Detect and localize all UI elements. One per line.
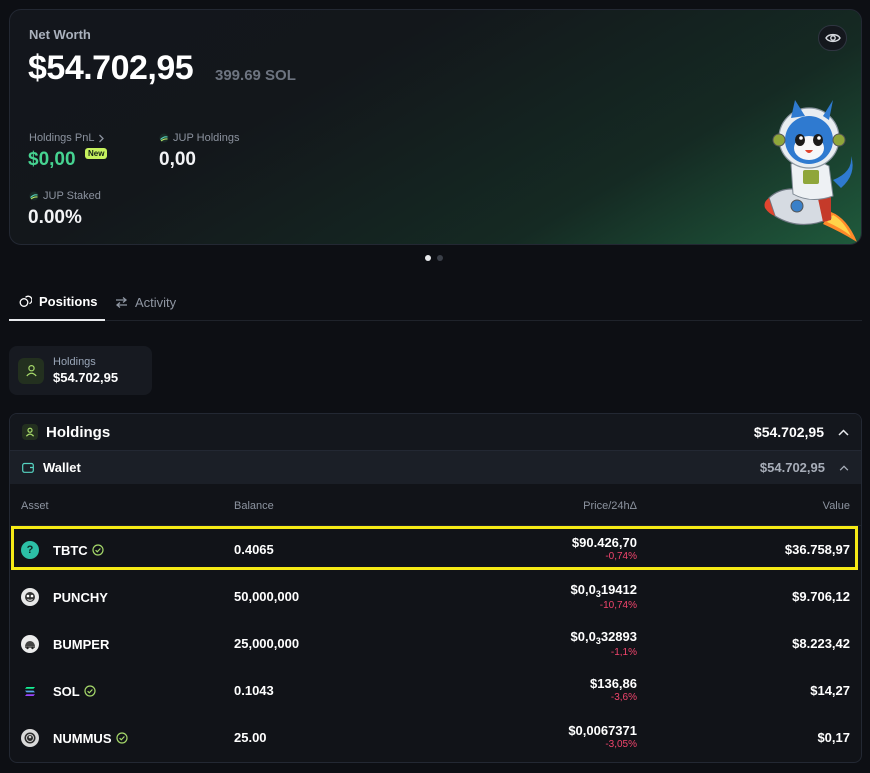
astronaut-cat-mascot [764, 100, 857, 242]
table-header: Asset Balance Price/24hΔ Value [10, 484, 861, 526]
tab-positions-label: Positions [39, 294, 98, 309]
bumper-token-icon [21, 635, 39, 653]
asset-balance: 25,000,000 [234, 636, 300, 651]
asset-symbol: NUMMUS [53, 730, 112, 746]
price-change: -10,74% [599, 600, 637, 611]
swap-arrows-icon [115, 296, 128, 308]
punchy-token-icon [21, 588, 39, 606]
jup-staked-label-row: JUP Staked [29, 190, 101, 202]
verified-check-icon [92, 544, 104, 556]
price-change: -3,05% [605, 739, 637, 750]
table-row[interactable]: PUNCHY 50,000,000 $0,0319412 -10,74% $9.… [10, 573, 861, 620]
asset-value: $9.706,12 [792, 589, 850, 604]
table-row[interactable]: SOL 0.1043 $136,86 -3,6% $14,27 [10, 667, 861, 714]
asset-balance: 50,000,000 [234, 589, 300, 604]
wallet-header[interactable]: Wallet $54.702,95 [10, 451, 861, 484]
tab-bar: Positions Activity [9, 284, 862, 321]
chip-label: Holdings [53, 356, 96, 368]
asset-symbol: SOL [53, 683, 80, 699]
asset-balance: 25.00 [234, 730, 267, 745]
jup-holdings-value: 0,00 [159, 149, 196, 170]
col-balance: Balance [234, 500, 274, 512]
tab-positions[interactable]: Positions [9, 284, 105, 321]
holdings-pnl-value: $0,00 [28, 149, 76, 170]
net-worth-card: Net Worth $54.702,95 399.69 SOL Holdings… [9, 9, 862, 245]
jup-staked-value: 0.00% [28, 207, 82, 228]
asset-symbol: TBTC [53, 542, 88, 558]
carousel-dot-2[interactable] [437, 255, 443, 261]
holdings-user-icon [22, 424, 38, 440]
net-worth-sol: 399.69 SOL [215, 67, 296, 84]
jup-holdings-label-row: JUP Holdings [159, 132, 239, 144]
verified-check-icon [84, 685, 96, 697]
table-row[interactable]: NUMMUS 25.00 $0,0067371 -3,05% $0,17 [10, 714, 861, 761]
asset-value: $36.758,97 [784, 542, 850, 557]
net-worth-value: $54.702,95 [28, 49, 194, 87]
wallet-icon [22, 462, 34, 473]
chevron-right-icon [99, 134, 105, 142]
asset-price: $90.426,70 -0,74% [572, 535, 637, 562]
table-row[interactable]: ? TBTC 0.4065 $90.426,70 -0,74% $36.758,… [10, 526, 861, 573]
price-change: -0,74% [605, 551, 637, 562]
price-prefix: $0,0 [570, 629, 596, 644]
table-row[interactable]: BUMPER 25,000,000 $0,0332893 -1,1% $8.22… [10, 620, 861, 667]
price-value: $136,86 [590, 676, 637, 691]
tab-activity[interactable]: Activity [115, 284, 176, 320]
asset-price: $0,0319412 -10,74% [571, 582, 637, 611]
asset-price: $136,86 -3,6% [590, 676, 637, 703]
holdings-title: Holdings [46, 423, 111, 441]
chip-value: $54.702,95 [53, 370, 119, 385]
net-worth-label: Net Worth [29, 27, 91, 42]
price-value: $90.426,70 [571, 535, 637, 550]
asset-value: $8.223,42 [792, 636, 850, 651]
col-price: Price/24hΔ [583, 500, 637, 512]
question-icon: ? [21, 541, 39, 559]
verified-check-icon [115, 732, 128, 744]
price-digits: 32893 [600, 629, 637, 644]
col-asset: Asset [21, 500, 49, 512]
price-prefix: $0,0 [570, 582, 596, 597]
wallet-label: Wallet [43, 460, 81, 475]
eye-icon [824, 33, 841, 43]
asset-price: $0,0332893 -1,1% [571, 629, 637, 658]
price-change: -1,1% [610, 647, 637, 658]
chevron-up-icon[interactable] [838, 428, 849, 436]
asset-price: $0,0067371 -3,05% [568, 723, 637, 750]
chevron-up-icon[interactable] [839, 464, 849, 471]
holdings-pnl-label: Holdings PnL [29, 132, 95, 144]
jupiter-icon [159, 133, 169, 143]
asset-symbol: BUMPER [53, 636, 110, 652]
price-digits: 19412 [600, 582, 637, 597]
new-badge: New [85, 148, 108, 159]
holdings-panel: Holdings $54.702,95 Wallet $54.702,95 As… [9, 413, 862, 763]
jup-holdings-label: JUP Holdings [173, 132, 240, 144]
price-value: $0,0067371 [568, 723, 637, 738]
asset-symbol: PUNCHY [53, 589, 108, 605]
carousel-dots [425, 255, 443, 261]
price-change: -3,6% [610, 692, 637, 703]
tab-activity-label: Activity [135, 294, 177, 310]
jup-staked-label: JUP Staked [43, 190, 101, 202]
asset-balance: 0.4065 [234, 542, 274, 557]
jupiter-icon [29, 191, 39, 201]
holdings-header[interactable]: Holdings $54.702,95 [10, 414, 861, 451]
solana-icon [21, 682, 39, 700]
holdings-total: $54.702,95 [753, 424, 824, 440]
asset-balance: 0.1043 [234, 683, 274, 698]
carousel-dot-1[interactable] [425, 255, 431, 261]
asset-value: $0,17 [817, 730, 850, 745]
wallet-user-icon [18, 357, 44, 384]
coins-icon [19, 295, 32, 307]
nummus-token-icon [21, 729, 39, 747]
wallet-total: $54.702,95 [759, 460, 825, 475]
holdings-summary-chip[interactable]: Holdings $54.702,95 [9, 346, 152, 395]
holdings-pnl-link[interactable]: Holdings PnL [29, 132, 105, 144]
asset-value: $14,27 [810, 683, 850, 698]
col-value: Value [822, 500, 850, 512]
toggle-visibility-button[interactable] [818, 25, 847, 51]
